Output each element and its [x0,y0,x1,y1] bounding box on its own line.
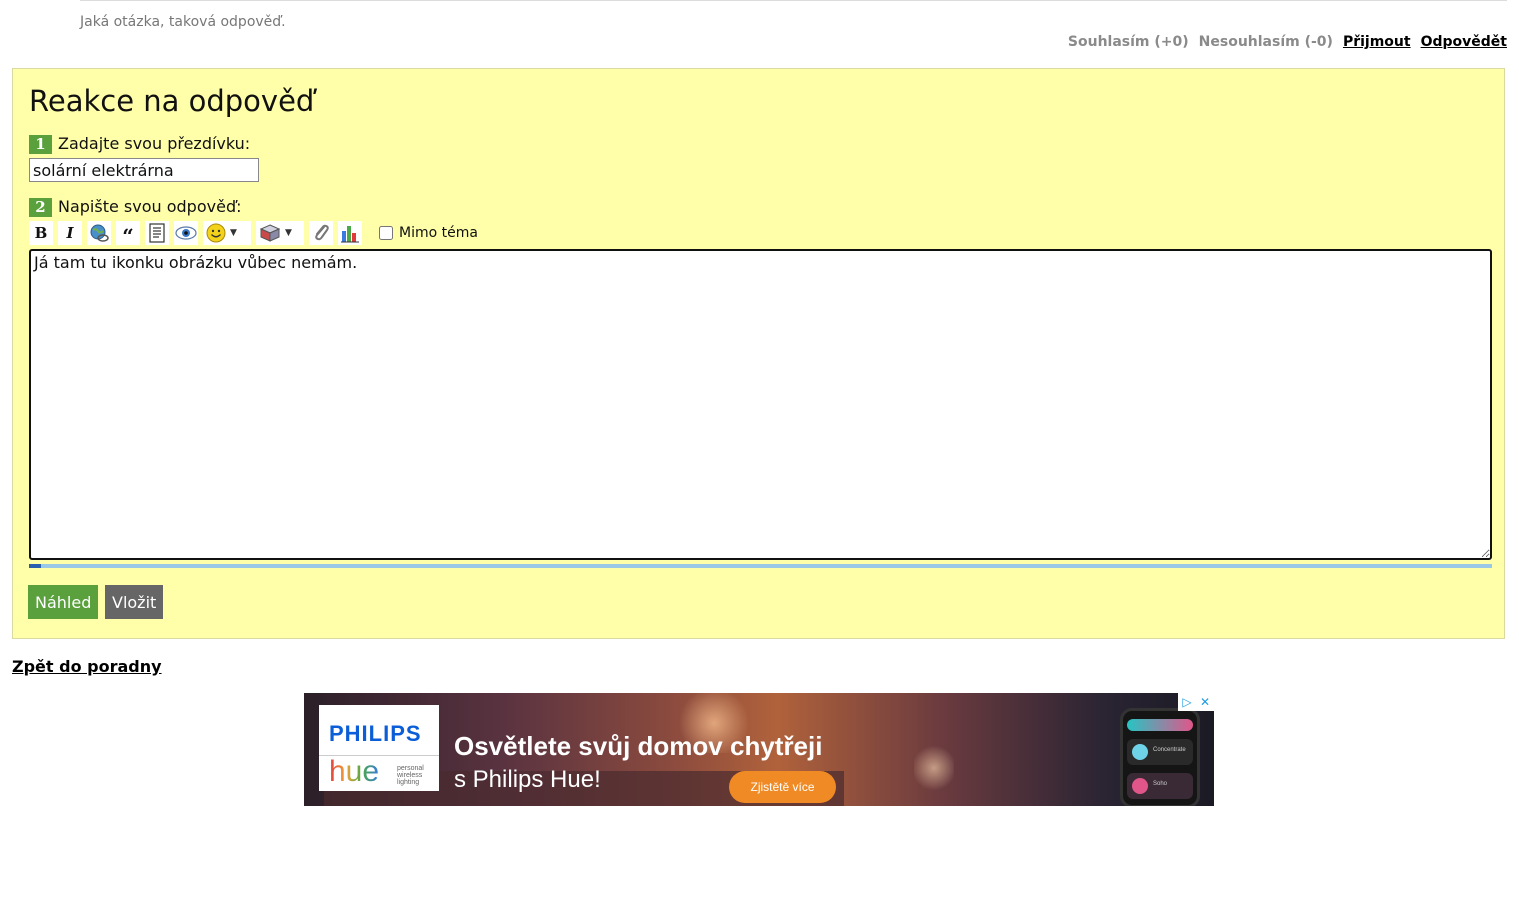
ad-headline: Osvětlete svůj domov chytřeji [454,731,823,761]
chevron-down-icon: ▼ [285,228,292,238]
nickname-input[interactable] [29,158,259,182]
quote-icon: “ [122,224,134,248]
media-box-icon [259,224,281,242]
reply-form: Reakce na odpověď 1 Zadajte svou přezdív… [12,68,1505,639]
text-length-progress-fill [29,564,41,568]
smiley-icon [206,223,226,243]
answer-textarea[interactable]: Já tam tu ikonku obrázku vůbec nemám. [29,249,1492,560]
eye-icon [175,226,197,240]
bar-chart-icon [341,226,359,243]
ad-logo-panel: PHILIPS hue personal wireless lighting [319,705,439,791]
step-label-answer: Napište svou odpověď: [58,197,242,216]
disagree-link[interactable]: Nesouhlasím (-0) [1199,33,1333,51]
editor-toolbar: B I “ ▼ ▼ Mimo téma [29,221,478,248]
ad-phone-slider [1127,719,1193,731]
chevron-down-icon: ▼ [230,228,237,238]
document-icon [149,223,165,243]
ad-phone-scene: Soho [1127,773,1193,799]
ad-scene-label: Soho [1153,781,1168,787]
smiley-dropdown[interactable]: ▼ [203,221,251,245]
text-length-progress [29,564,1492,568]
ad-subline: s Philips Hue! [454,766,601,793]
globe-link-icon [90,224,109,242]
media-dropdown[interactable]: ▼ [256,221,304,245]
ad-phone-scene: Concentrate [1127,739,1193,765]
ad-lamp-glow [914,743,954,793]
ad-controls: ▷ ✕ [1178,693,1214,711]
ad-scene-icon [1132,744,1148,760]
close-icon[interactable]: ✕ [1196,693,1214,711]
ad-brand-logo: PHILIPS [329,721,422,746]
step-answer: 2 Napište svou odpověď: [29,197,241,217]
step-label-nickname: Zadajte svou přezdívku: [58,134,251,153]
attachment-button[interactable] [309,221,333,245]
italic-icon: I [66,224,74,242]
step-nickname: 1 Zadajte svou přezdívku: [29,134,250,154]
adchoices-icon[interactable]: ▷ [1178,693,1196,711]
step-number-2: 2 [29,197,52,217]
ad-product-tagline: personal wireless lighting [397,765,424,786]
italic-button[interactable]: I [58,221,82,245]
spoiler-button[interactable] [174,221,198,245]
ad-product-logo: hue [329,755,380,788]
ad-cta-button[interactable]: Zjistětě více [729,771,836,803]
top-divider [80,0,1507,1]
preview-button[interactable]: Náhled [28,585,99,619]
ad-scene-icon [1132,778,1148,794]
advertisement-banner[interactable]: PHILIPS hue personal wireless lighting O… [304,693,1214,806]
offtopic-label: Mimo téma [399,225,478,241]
ad-phone-image: Concentrate Soho [1120,708,1200,806]
ad-scene-label: Concentrate [1153,747,1186,753]
reply-form-title: Reakce na odpověď [29,84,315,118]
accept-link[interactable]: Přijmout [1343,33,1411,51]
quote-button[interactable]: “ [116,221,140,248]
offtopic-option[interactable]: Mimo téma [379,225,478,241]
paperclip-icon [315,224,329,241]
poll-button[interactable] [338,221,362,245]
bold-icon: B [34,224,48,242]
bold-button[interactable]: B [29,221,53,245]
link-button[interactable] [87,221,111,245]
back-to-forum-link[interactable]: Zpět do poradny [12,657,162,676]
step-number-1: 1 [29,134,52,154]
submit-button[interactable]: Vložit [105,585,164,619]
offtopic-checkbox[interactable] [379,226,393,240]
answer-signature: Jaká otázka, taková odpověď. [80,14,286,30]
agree-link[interactable]: Souhlasím (+0) [1068,33,1189,51]
code-button[interactable] [145,221,169,245]
reply-link[interactable]: Odpovědět [1421,33,1507,51]
answer-actions: Souhlasím (+0) Nesouhlasím (-0) Přijmout… [1068,33,1507,51]
